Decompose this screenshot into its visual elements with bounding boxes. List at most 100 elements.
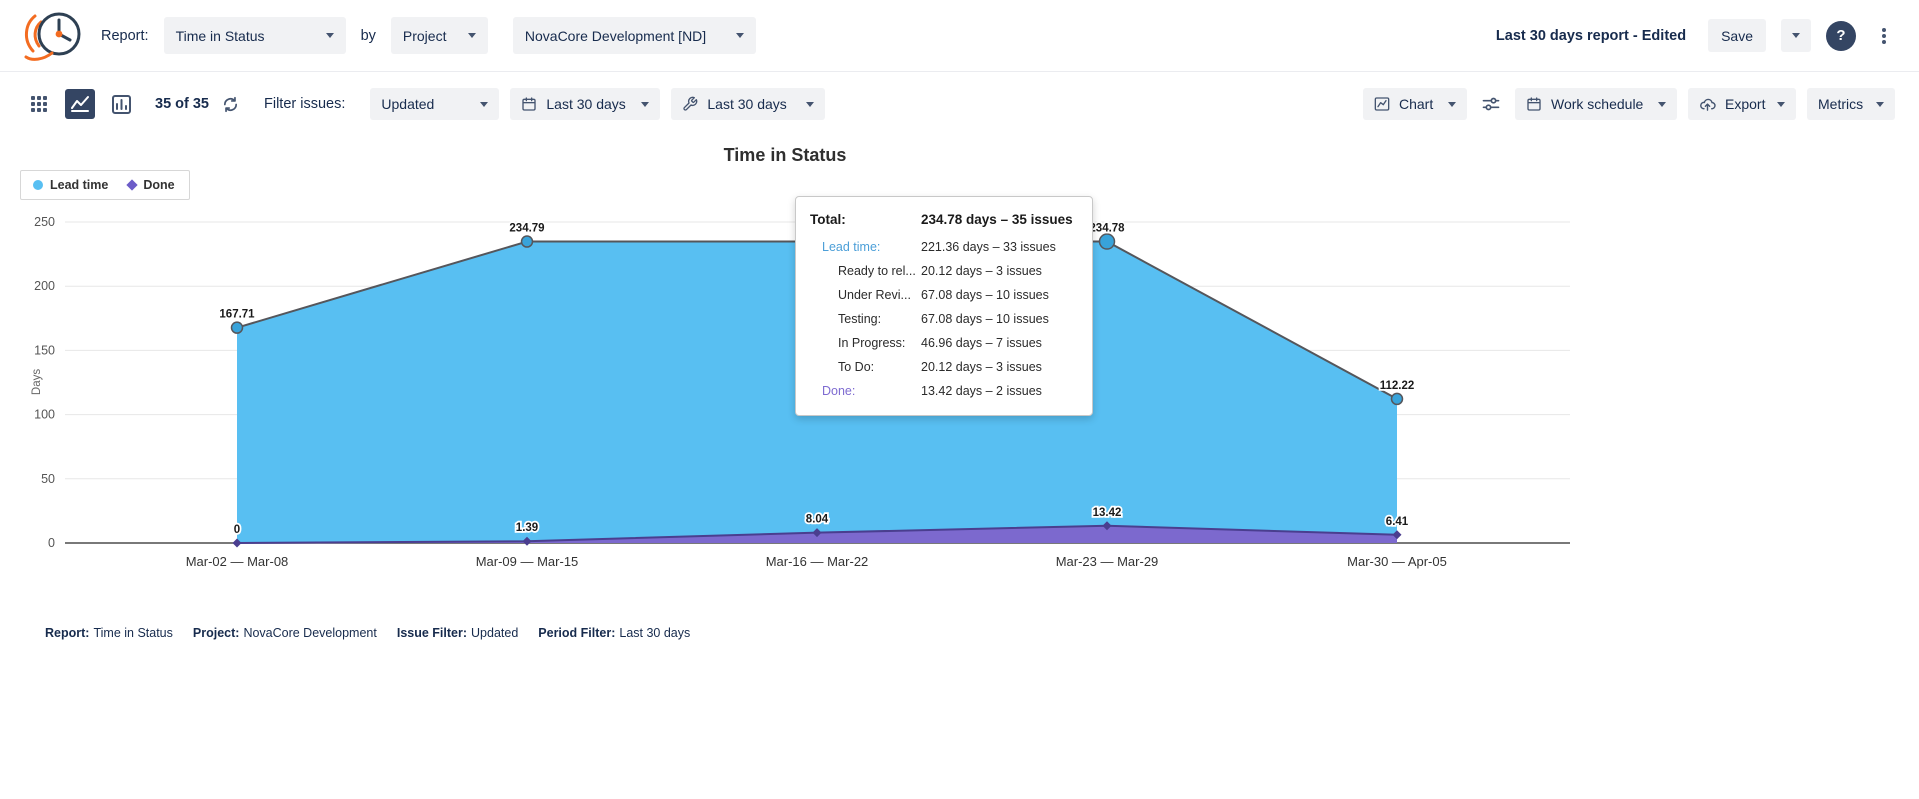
report-summary: Report:Time in Status Project:NovaCore De… bbox=[45, 626, 690, 640]
question-mark-icon: ? bbox=[1836, 27, 1845, 44]
tooltip-row-value: 221.36 days – 33 issues bbox=[921, 240, 1056, 254]
save-options-button[interactable] bbox=[1781, 19, 1811, 52]
wrench-icon bbox=[682, 96, 698, 112]
chevron-down-icon bbox=[1658, 102, 1666, 107]
tooltip-row-value: 46.96 days – 7 issues bbox=[921, 336, 1042, 350]
tooltip-row-label: Lead time: bbox=[810, 240, 921, 254]
svg-text:Mar-23 — Mar-29: Mar-23 — Mar-29 bbox=[1056, 554, 1159, 569]
chart-icon bbox=[1374, 96, 1390, 112]
refresh-icon bbox=[222, 96, 239, 113]
svg-text:6.41: 6.41 bbox=[1386, 516, 1409, 528]
chevron-down-icon bbox=[1777, 102, 1785, 107]
tooltip-row-label: Ready to rel... bbox=[810, 264, 921, 278]
tooltip-row: Lead time:221.36 days – 33 issues bbox=[810, 235, 1078, 259]
issue-filter-select[interactable]: Updated bbox=[370, 88, 499, 120]
report-type-select[interactable]: Time in Status bbox=[164, 17, 346, 54]
grid-icon bbox=[30, 95, 48, 113]
issue-count: 35 of 35 bbox=[155, 96, 209, 112]
date-range-select[interactable]: Last 30 days bbox=[510, 88, 660, 120]
svg-text:13.42: 13.42 bbox=[1093, 507, 1122, 519]
tooltip-row-label: In Progress: bbox=[810, 336, 921, 350]
logo-icon bbox=[22, 7, 86, 65]
summary-item: Issue Filter:Updated bbox=[397, 626, 518, 640]
project-value: NovaCore Development [ND] bbox=[525, 28, 706, 44]
calendar-icon bbox=[521, 96, 537, 112]
tooltip-row: Ready to rel...20.12 days – 3 issues bbox=[810, 259, 1078, 283]
svg-text:167.71: 167.71 bbox=[219, 309, 255, 321]
tooltip-row-label: Under Revi... bbox=[810, 288, 921, 302]
svg-text:Mar-16 — Mar-22: Mar-16 — Mar-22 bbox=[766, 554, 869, 569]
chevron-down-icon bbox=[468, 33, 476, 38]
chart-tooltip: Total: 234.78 days – 35 issues Lead time… bbox=[795, 196, 1093, 416]
svg-text:112.22: 112.22 bbox=[1380, 380, 1415, 392]
help-button[interactable]: ? bbox=[1826, 21, 1856, 51]
report-status-text: Last 30 days report - Edited bbox=[1496, 28, 1686, 44]
summary-item: Project:NovaCore Development bbox=[193, 626, 377, 640]
project-select[interactable]: NovaCore Development [ND] bbox=[513, 17, 756, 54]
tooltip-row-value: 20.12 days – 3 issues bbox=[921, 360, 1042, 374]
chevron-down-icon bbox=[480, 102, 488, 107]
group-by-select[interactable]: Project bbox=[391, 17, 488, 54]
svg-text:Mar-02 — Mar-08: Mar-02 — Mar-08 bbox=[186, 554, 289, 569]
svg-text:200: 200 bbox=[34, 279, 55, 293]
date-range-value: Last 30 days bbox=[546, 96, 632, 112]
svg-text:100: 100 bbox=[34, 408, 55, 422]
tooltip-row: Testing:67.08 days – 10 issues bbox=[810, 307, 1078, 331]
tooltip-row: Under Revi...67.08 days – 10 issues bbox=[810, 283, 1078, 307]
legend-label: Done bbox=[143, 178, 174, 192]
chevron-down-icon bbox=[736, 33, 744, 38]
issue-filter-value: Updated bbox=[381, 96, 471, 112]
diamond-marker-icon bbox=[127, 179, 138, 190]
app-logo bbox=[22, 7, 86, 65]
chart-type-select[interactable]: Chart bbox=[1363, 88, 1467, 120]
calendar-icon bbox=[1526, 96, 1542, 112]
svg-text:234.79: 234.79 bbox=[509, 223, 544, 235]
summary-item: Report:Time in Status bbox=[45, 626, 173, 640]
tooltip-row-label: Done: bbox=[810, 384, 921, 398]
legend-item-lead-time[interactable]: Lead time bbox=[33, 178, 108, 192]
refresh-button[interactable] bbox=[220, 94, 241, 115]
table-view-button[interactable] bbox=[24, 89, 54, 119]
export-select[interactable]: Export bbox=[1688, 88, 1796, 120]
chart-title: Time in Status bbox=[0, 145, 1570, 166]
metrics-select[interactable]: Metrics bbox=[1807, 88, 1895, 120]
chart-settings-button[interactable] bbox=[1478, 91, 1504, 117]
svg-text:1.39: 1.39 bbox=[516, 522, 538, 534]
group-by-value: Project bbox=[403, 28, 447, 44]
view-toolbar: 35 of 35 Filter issues: Updated Last 30 … bbox=[0, 80, 1919, 128]
tooltip-rows: Lead time:221.36 days – 33 issuesReady t… bbox=[810, 235, 1078, 403]
legend-item-done[interactable]: Done bbox=[128, 178, 174, 192]
svg-text:Mar-30 — Apr-05: Mar-30 — Apr-05 bbox=[1347, 554, 1447, 569]
summary-item: Period Filter:Last 30 days bbox=[538, 626, 690, 640]
tooltip-row-label: To Do: bbox=[810, 360, 921, 374]
metrics-value: Metrics bbox=[1818, 96, 1867, 112]
tooltip-row: To Do:20.12 days – 3 issues bbox=[810, 355, 1078, 379]
report-type-value: Time in Status bbox=[176, 28, 265, 44]
filter-issues-label: Filter issues: bbox=[264, 96, 345, 112]
chart-view-button[interactable] bbox=[65, 89, 95, 119]
tooltip-row-label: Testing: bbox=[810, 312, 921, 326]
chevron-down-icon bbox=[1792, 33, 1800, 38]
work-schedule-select[interactable]: Work schedule bbox=[1515, 88, 1677, 120]
export-value: Export bbox=[1725, 96, 1768, 112]
save-button[interactable]: Save bbox=[1708, 19, 1766, 52]
period-filter-select[interactable]: Last 30 days bbox=[671, 88, 825, 120]
tooltip-total-label: Total: bbox=[810, 212, 921, 227]
app-header: Report: Time in Status by Project NovaCo… bbox=[0, 0, 1919, 72]
svg-text:Days: Days bbox=[31, 369, 43, 395]
tooltip-row-value: 20.12 days – 3 issues bbox=[921, 264, 1042, 278]
svg-text:150: 150 bbox=[34, 343, 55, 357]
tooltip-row-value: 67.08 days – 10 issues bbox=[921, 288, 1049, 302]
cloud-export-icon bbox=[1699, 96, 1716, 113]
matrix-view-button[interactable] bbox=[106, 89, 136, 119]
more-menu-button[interactable] bbox=[1871, 22, 1897, 50]
circle-marker-icon bbox=[33, 180, 43, 190]
svg-text:0: 0 bbox=[234, 524, 240, 536]
report-label: Report: bbox=[101, 28, 149, 44]
page: Report: Time in Status by Project NovaCo… bbox=[0, 0, 1919, 799]
chevron-down-icon bbox=[641, 102, 649, 107]
svg-text:50: 50 bbox=[41, 472, 55, 486]
svg-text:250: 250 bbox=[34, 215, 55, 229]
period-filter-value: Last 30 days bbox=[707, 96, 797, 112]
kebab-menu-icon bbox=[1875, 26, 1893, 46]
